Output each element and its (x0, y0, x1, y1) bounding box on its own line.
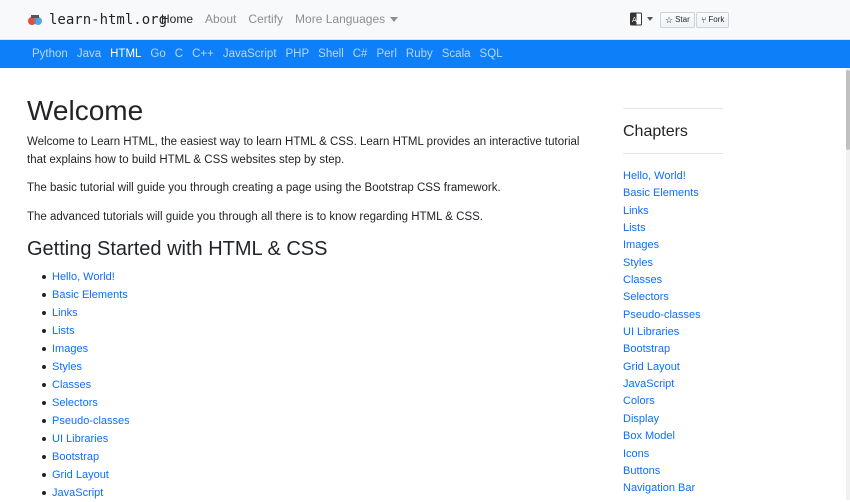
toc-link-basic-elements[interactable]: Basic Elements (52, 289, 128, 301)
list-item: Links (42, 304, 130, 322)
fork-label: Fork (708, 15, 725, 24)
list-item: Styles (42, 358, 130, 376)
brand[interactable]: learn-html.org (27, 10, 167, 30)
chapter-link-display[interactable]: Display (623, 411, 701, 428)
lang-item-perl[interactable]: Perl (376, 48, 396, 60)
lang-item-java[interactable]: Java (77, 48, 101, 60)
basic-paragraph: The basic tutorial will guide you throug… (27, 182, 501, 194)
list-item: Grid Layout (42, 466, 130, 484)
toc-link-grid-layout[interactable]: Grid Layout (52, 469, 109, 481)
divider (623, 153, 723, 154)
chapters-title: Chapters (623, 123, 688, 140)
toc-link-bootstrap[interactable]: Bootstrap (52, 451, 99, 463)
chapter-link-javascript[interactable]: JavaScript (623, 376, 701, 393)
github-fork-button[interactable]: ⑂ Fork (696, 12, 730, 28)
github-star-button[interactable]: ☆ Star (660, 12, 695, 28)
chapter-link-grid-layout[interactable]: Grid Layout (623, 359, 701, 376)
top-nav: Home About Certify More Languages (161, 12, 410, 26)
chapter-link-colors[interactable]: Colors (623, 393, 701, 410)
list-item: Pseudo-classes (42, 412, 130, 430)
nav-more-languages[interactable]: More Languages (295, 12, 399, 26)
lang-item-sql[interactable]: SQL (480, 48, 503, 60)
page-title: Welcome (27, 95, 144, 126)
chapters-list: Hello, World! Basic Elements Links Lists Ima… (623, 168, 701, 498)
chapter-link-selectors[interactable]: Selectors (623, 289, 701, 306)
list-item: Hello, World! (42, 268, 130, 286)
toc-link-javascript[interactable]: JavaScript (52, 487, 103, 499)
language-caret-icon[interactable] (647, 17, 653, 21)
advanced-paragraph: The advanced tutorials will guide you th… (27, 211, 483, 223)
list-item: Lists (42, 322, 130, 340)
chapter-link-classes[interactable]: Classes (623, 272, 701, 289)
lang-item-go[interactable]: Go (150, 48, 165, 60)
chapter-link-box-model[interactable]: Box Model (623, 428, 701, 445)
list-item: Basic Elements (42, 286, 130, 304)
nav-certify[interactable]: Certify (248, 12, 283, 26)
lang-item-scala[interactable]: Scala (442, 48, 471, 60)
toc-link-lists[interactable]: Lists (52, 325, 75, 337)
toc-link-ui-libraries[interactable]: UI Libraries (52, 433, 108, 445)
top-navbar: learn-html.org Home About Certify More L… (0, 0, 850, 40)
toc-link-links[interactable]: Links (52, 307, 78, 319)
chapter-link-navigation-bar[interactable]: Navigation Bar (623, 480, 701, 497)
lang-item-ruby[interactable]: Ruby (406, 48, 433, 60)
chapter-link-links[interactable]: Links (623, 203, 701, 220)
lang-item-c[interactable]: C (175, 48, 183, 60)
lang-item-c[interactable]: C# (353, 48, 368, 60)
list-item: Classes (42, 376, 130, 394)
lang-item-javascript[interactable]: JavaScript (223, 48, 277, 60)
toc-link-styles[interactable]: Styles (52, 361, 82, 373)
list-item: UI Libraries (42, 430, 130, 448)
divider (623, 108, 723, 109)
chapter-link-pseudo-classes[interactable]: Pseudo-classes (623, 307, 701, 324)
lang-item-python[interactable]: Python (32, 48, 68, 60)
section-title: Getting Started with HTML & CSS (27, 238, 328, 260)
language-list: Python Java HTML Go C C++ JavaScript PHP Shell C#… (32, 48, 512, 60)
svg-text:A: A (632, 16, 637, 24)
chevron-down-icon (390, 17, 399, 23)
intro-paragraph: Welcome to Learn HTML, the easiest way t… (27, 136, 580, 166)
chapter-link-icons[interactable]: Icons (623, 446, 701, 463)
translate-icon[interactable]: A (630, 12, 642, 26)
toc-link-images[interactable]: Images (52, 343, 88, 355)
chapter-link-hello-world[interactable]: Hello, World! (623, 168, 701, 185)
nav-more-languages-label: More Languages (295, 12, 386, 26)
getting-started-list: Hello, World! Basic Elements Links Lists Ima… (27, 268, 130, 502)
scrollbar-thumb[interactable] (846, 70, 850, 150)
list-item: Bootstrap (42, 448, 130, 466)
nav-home[interactable]: Home (161, 12, 193, 26)
brand-logo-icon (27, 13, 43, 27)
brand-name: learn-html.org (49, 12, 168, 28)
toc-link-pseudo-classes[interactable]: Pseudo-classes (52, 415, 130, 427)
toc-link-selectors[interactable]: Selectors (52, 397, 98, 409)
chapter-link-images[interactable]: Images (623, 237, 701, 254)
lang-item-shell[interactable]: Shell (318, 48, 344, 60)
fork-icon: ⑂ (701, 15, 707, 25)
toc-link-classes[interactable]: Classes (52, 379, 91, 391)
chapter-link-styles[interactable]: Styles (623, 255, 701, 272)
star-icon: ☆ (665, 15, 674, 25)
nav-about[interactable]: About (205, 12, 236, 26)
toc-link-hello-world[interactable]: Hello, World! (52, 271, 115, 283)
chapter-link-ui-libraries[interactable]: UI Libraries (623, 324, 701, 341)
lang-item-html[interactable]: HTML (110, 48, 141, 60)
list-item: JavaScript (42, 484, 130, 502)
lang-item-php[interactable]: PHP (286, 48, 310, 60)
list-item: Selectors (42, 394, 130, 412)
list-item: Images (42, 340, 130, 358)
chapter-link-buttons[interactable]: Buttons (623, 463, 701, 480)
chapter-link-lists[interactable]: Lists (623, 220, 701, 237)
lang-item-c[interactable]: C++ (192, 48, 214, 60)
chapter-link-bootstrap[interactable]: Bootstrap (623, 341, 701, 358)
chapter-link-basic-elements[interactable]: Basic Elements (623, 185, 701, 202)
language-bar: Python Java HTML Go C C++ JavaScript PHP Shell C#… (0, 40, 850, 68)
star-label: Star (675, 15, 690, 24)
